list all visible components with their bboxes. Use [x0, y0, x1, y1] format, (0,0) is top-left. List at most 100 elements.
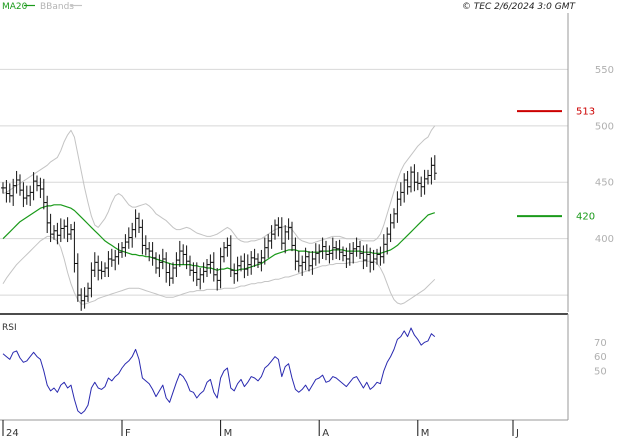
price-bar [140, 219, 145, 255]
price-bar [218, 247, 223, 289]
price-bar [79, 288, 84, 311]
price-bar [181, 244, 186, 265]
price-y-tick-label: 400 [595, 234, 614, 245]
price-bar [208, 254, 213, 274]
x-tick-label: 24 [6, 428, 19, 439]
price-bar [341, 246, 345, 262]
price-bar [24, 185, 29, 205]
price-bar [62, 219, 67, 239]
legend-ma20: MA20 [2, 2, 28, 12]
price-bar [123, 234, 128, 257]
price-bar [154, 252, 158, 274]
price-bar [242, 253, 247, 279]
price-bar [235, 256, 240, 282]
price-bar [7, 183, 12, 203]
price-bar [361, 245, 366, 270]
x-tick-label: J [515, 428, 519, 439]
price-bar [249, 251, 254, 275]
price-bar [41, 178, 46, 210]
price-bar [232, 263, 237, 284]
price-bar [327, 245, 332, 264]
price-bar [252, 248, 257, 267]
price-bar [388, 213, 393, 243]
price-bar [113, 249, 118, 271]
price-bar [429, 157, 434, 185]
price-bar [106, 251, 111, 278]
price-bar [188, 255, 192, 276]
price-bar [82, 287, 87, 309]
price-bar [402, 173, 407, 203]
price-bar [279, 217, 284, 250]
price-bar [225, 237, 230, 257]
price-bar [55, 222, 60, 245]
price-bar [245, 254, 250, 276]
price-bar [28, 185, 33, 206]
price-bar [133, 209, 138, 238]
price-bar [395, 191, 400, 223]
x-tick-label: M [224, 428, 233, 439]
price-bar [137, 212, 141, 234]
price-bar [392, 208, 396, 229]
price-bar [412, 164, 417, 192]
price-gridlines [0, 68, 568, 296]
price-bar [293, 237, 298, 271]
price-bar [415, 172, 420, 191]
price-bar [405, 170, 410, 195]
price-bar [21, 182, 26, 208]
price-bar [259, 249, 264, 272]
price-bar [296, 251, 301, 273]
price-bar [31, 172, 36, 201]
price-bar [171, 262, 175, 284]
rsi-y-tick-label: 50 [594, 366, 607, 377]
price-y-tick-label: 550 [595, 65, 614, 76]
price-y-tick-label: 500 [595, 121, 614, 132]
price-bar [307, 251, 311, 272]
price-bar [120, 242, 124, 258]
price-bar [157, 254, 162, 278]
resistance-level-label: 513 [576, 107, 595, 118]
price-bar [126, 227, 131, 249]
support-level-label: 420 [576, 212, 595, 223]
price-bar [368, 247, 373, 273]
price-bar [116, 243, 121, 265]
price-bar [211, 252, 216, 282]
rsi-line [2, 327, 436, 415]
price-bar [290, 221, 294, 252]
copyright-label: © TEC 2/6/2024 3:0 GMT [462, 2, 577, 12]
price-bar [86, 282, 90, 302]
price-bar [72, 221, 77, 273]
rsi-y-tick-label: 70 [594, 338, 607, 349]
x-tick-label: A [322, 428, 329, 439]
price-bar [35, 175, 39, 192]
price-y-tick-label: 450 [595, 178, 614, 189]
price-bar [198, 267, 203, 290]
price-bar [228, 235, 233, 278]
price-bar [103, 262, 107, 278]
price-bar [96, 255, 101, 281]
price-bar [18, 174, 22, 196]
rsi-y-tick-label: 60 [594, 352, 607, 363]
price-bar [11, 178, 16, 206]
price-bar [222, 242, 226, 263]
price-bar [398, 182, 403, 206]
price-bar [215, 267, 220, 291]
price-bar [75, 253, 80, 302]
price-bar [164, 252, 169, 283]
price-bar [364, 244, 369, 267]
price-bar [409, 166, 413, 193]
price-bar [89, 262, 94, 298]
price-bar [38, 177, 43, 199]
price-bar [378, 246, 383, 266]
price-bar [147, 242, 152, 262]
price-bar [130, 222, 135, 248]
price-bar [351, 242, 356, 264]
price-bar [286, 218, 291, 240]
rsi-y-tick-labels: 70 60 50 [594, 338, 607, 378]
price-bar [69, 223, 73, 240]
price-bar [432, 155, 437, 180]
price-bar [283, 225, 288, 254]
price-bar [317, 244, 322, 264]
price-bar [256, 253, 260, 268]
price-bar [99, 261, 104, 280]
price-bar [310, 251, 315, 275]
